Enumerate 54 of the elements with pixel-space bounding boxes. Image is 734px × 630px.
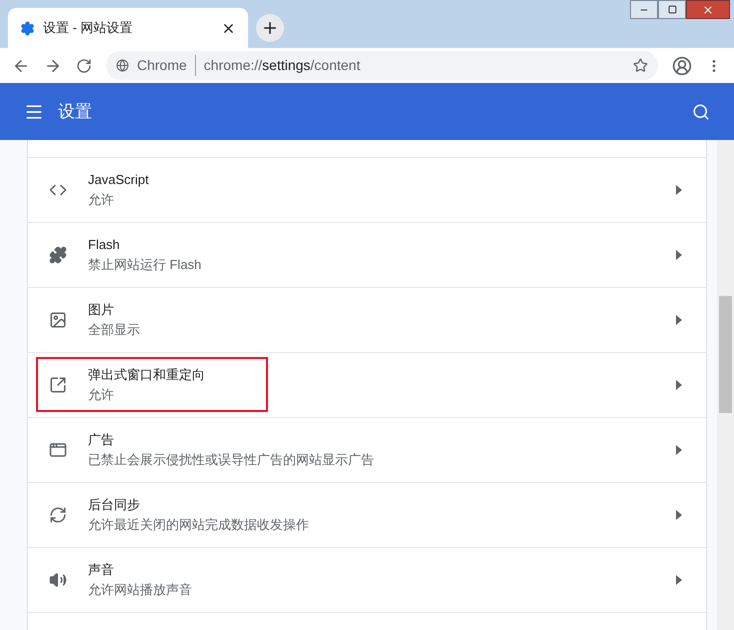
setting-row[interactable]: 弹出式窗口和重定向 允许 [28, 352, 706, 417]
setting-status: 允许 [88, 386, 115, 404]
url-text: chrome://settings/content [204, 56, 362, 75]
setting-title: 图片 [88, 301, 115, 319]
address-bar[interactable]: Chrome chrome://settings/content [106, 51, 658, 80]
setting-status: 允许 [88, 191, 115, 209]
maximize-icon [668, 5, 676, 14]
plus-icon [261, 19, 279, 37]
external-link-icon [49, 376, 67, 394]
close-icon [702, 4, 714, 16]
scrollbar[interactable] [717, 140, 734, 630]
setting-title: 弹出式窗口和重定向 [88, 366, 206, 384]
arrow-right-icon[interactable] [676, 185, 682, 195]
scrollbar-thumb[interactable] [719, 296, 732, 413]
setting-status: 已禁止会展示侵扰性或误导性广告的网站显示广告 [88, 451, 375, 469]
setting-row[interactable]: JavaScript 允许 [28, 157, 706, 222]
setting-row[interactable]: 图片 全部显示 [28, 287, 706, 352]
arrow-right-icon[interactable] [676, 380, 682, 390]
puzzle-icon [49, 246, 67, 264]
tab-title: 设置 - 网站设置 [43, 19, 134, 38]
setting-title: 声音 [88, 561, 115, 579]
new-tab-button[interactable] [256, 14, 284, 42]
arrow-right-icon[interactable] [676, 315, 682, 325]
setting-title: 广告 [88, 431, 115, 449]
setting-title: 后台同步 [88, 496, 141, 514]
setting-status: 允许最近关闭的网站完成数据收发操作 [88, 516, 310, 534]
reload-icon[interactable] [76, 58, 92, 74]
profile-icon[interactable] [672, 56, 692, 76]
setting-row[interactable]: 广告 已禁止会展示侵扰性或误导性广告的网站显示广告 [28, 417, 706, 482]
sync-icon [49, 506, 67, 524]
browser-tab[interactable]: 设置 - 网站设置 [8, 8, 248, 48]
setting-title: Flash [88, 236, 121, 254]
setting-title: JavaScript [88, 171, 150, 189]
arrow-right-icon[interactable] [676, 510, 682, 520]
image-icon [49, 311, 67, 329]
maximize-button[interactable] [658, 0, 686, 19]
arrow-right-icon[interactable] [676, 250, 682, 260]
setting-status: 全部显示 [88, 321, 141, 339]
page-title: 设置 [58, 100, 92, 123]
speaker-icon [49, 571, 67, 589]
setting-row[interactable]: Flash 禁止网站运行 Flash [28, 222, 706, 287]
arrow-right-icon[interactable] [676, 445, 682, 455]
settings-icon [20, 20, 35, 36]
star-icon[interactable] [633, 58, 648, 73]
arrow-right-icon[interactable] [676, 575, 682, 585]
site-label: Chrome [137, 55, 196, 76]
setting-status: 禁止网站运行 Flash [88, 256, 202, 274]
globe-icon [116, 59, 129, 72]
close-window-button[interactable] [686, 0, 730, 19]
window-icon [49, 441, 67, 459]
setting-status: 允许网站播放声音 [88, 581, 193, 599]
setting-row[interactable]: 后台同步 允许最近关闭的网站完成数据收发操作 [28, 482, 706, 547]
setting-row[interactable]: 声音 允许网站播放声音 [28, 547, 706, 612]
search-icon[interactable] [692, 102, 710, 120]
